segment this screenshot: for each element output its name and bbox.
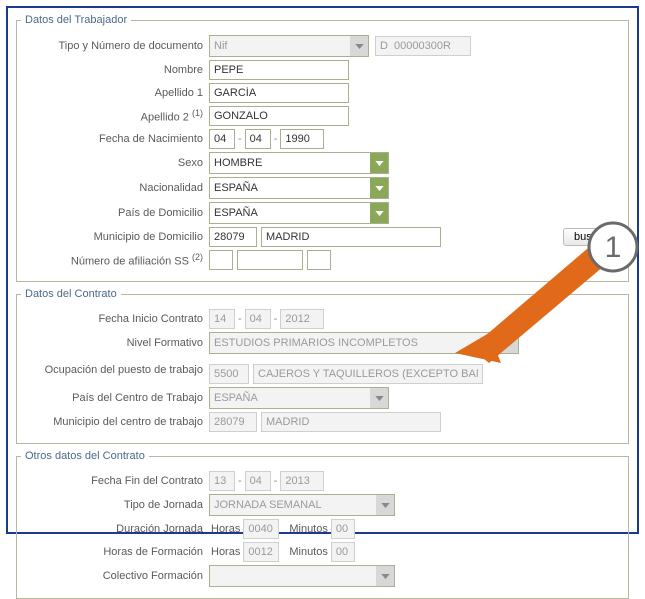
chevron-down-icon: [350, 36, 368, 56]
docnum-input: [375, 36, 471, 56]
start-label: Fecha Inicio Contrato: [21, 313, 209, 325]
duration-label: Duración Jornada: [21, 523, 209, 535]
center-country-select: ESPAÑA: [209, 387, 389, 409]
sex-select[interactable]: HOMBRE: [209, 152, 389, 174]
edu-select: ESTUDIOS PRIMARIOS INCOMPLETOS: [209, 332, 519, 354]
duration-hours-input: [243, 519, 279, 539]
end-label: Fecha Fin del Contrato: [21, 475, 209, 487]
country-select[interactable]: ESPAÑA: [209, 202, 389, 224]
surname1-input[interactable]: [209, 83, 349, 103]
center-muni-code-input: [209, 412, 257, 432]
muni-label: Municipio de Domicilio: [21, 231, 209, 243]
mins-sublabel: Minutos: [287, 546, 331, 558]
occ-label: Ocupación del puesto de trabajo: [21, 364, 209, 377]
surname2-input[interactable]: [209, 106, 349, 126]
surname2-label: Apellido 2: [141, 112, 189, 124]
birth-day-input[interactable]: [209, 129, 235, 149]
other-fieldset: Otros datos del Contrato Fecha Fin del C…: [16, 450, 629, 599]
buscar-button[interactable]: buscar: [563, 228, 618, 246]
surname1-label: Apellido 1: [21, 87, 209, 99]
daytype-select: JORNADA SEMANAL: [209, 494, 395, 516]
muni-name-input[interactable]: [261, 227, 441, 247]
training-hours-input: [243, 542, 279, 562]
chevron-down-icon: [376, 495, 394, 515]
edu-label: Nivel Formativo: [21, 337, 209, 349]
ssnum-input-3[interactable]: [307, 250, 331, 270]
hours-sublabel: Horas: [209, 546, 243, 558]
birth-label: Fecha de Nacimiento: [21, 133, 209, 145]
other-legend: Otros datos del Contrato: [21, 450, 149, 462]
center-muni-label: Municipio del centro de trabajo: [21, 416, 209, 428]
birth-month-input[interactable]: [245, 129, 271, 149]
occ-text-input: [253, 364, 483, 384]
hours-sublabel: Horas: [209, 523, 243, 535]
center-country-label: País del Centro de Trabajo: [21, 392, 209, 404]
collective-label: Colectivo Formación: [21, 570, 209, 582]
nat-label: Nacionalidad: [21, 182, 209, 194]
worker-legend: Datos del Trabajador: [21, 14, 131, 26]
end-day-input: [209, 471, 235, 491]
name-input[interactable]: [209, 60, 349, 80]
contract-legend: Datos del Contrato: [21, 288, 121, 300]
name-label: Nombre: [21, 64, 209, 76]
end-month-input: [245, 471, 271, 491]
chevron-down-icon[interactable]: [370, 178, 388, 198]
worker-fieldset: Datos del Trabajador Tipo y Número de do…: [16, 14, 629, 282]
nationality-select[interactable]: ESPAÑA: [209, 177, 389, 199]
mins-sublabel: Minutos: [287, 523, 331, 535]
country-label: País de Domicilio: [21, 207, 209, 219]
doctype-select: Nif: [209, 35, 369, 57]
daytype-label: Tipo de Jornada: [21, 499, 209, 511]
ssnum-label: Número de afiliación SS: [71, 256, 189, 268]
chevron-down-icon: [370, 388, 388, 408]
duration-mins-input: [331, 519, 355, 539]
sex-label: Sexo: [21, 157, 209, 169]
training-label: Horas de Formación: [21, 546, 209, 558]
start-year-input: [280, 309, 324, 329]
chevron-down-icon[interactable]: [370, 153, 388, 173]
occ-code-input: [209, 364, 249, 384]
training-mins-input: [331, 542, 355, 562]
ssnum-input-1[interactable]: [209, 250, 233, 270]
ssnum-input-2[interactable]: [237, 250, 303, 270]
contract-fieldset: Datos del Contrato Fecha Inicio Contrato…: [16, 288, 629, 444]
muni-code-input[interactable]: [209, 227, 257, 247]
start-day-input: [209, 309, 235, 329]
center-muni-name-input: [261, 412, 441, 432]
start-month-input: [245, 309, 271, 329]
end-year-input: [280, 471, 324, 491]
doctype-label: Tipo y Número de documento: [21, 40, 209, 52]
collective-select: [209, 565, 395, 587]
chevron-down-icon: [376, 566, 394, 586]
birth-year-input[interactable]: [280, 129, 324, 149]
chevron-down-icon: [500, 333, 518, 353]
chevron-down-icon[interactable]: [370, 203, 388, 223]
